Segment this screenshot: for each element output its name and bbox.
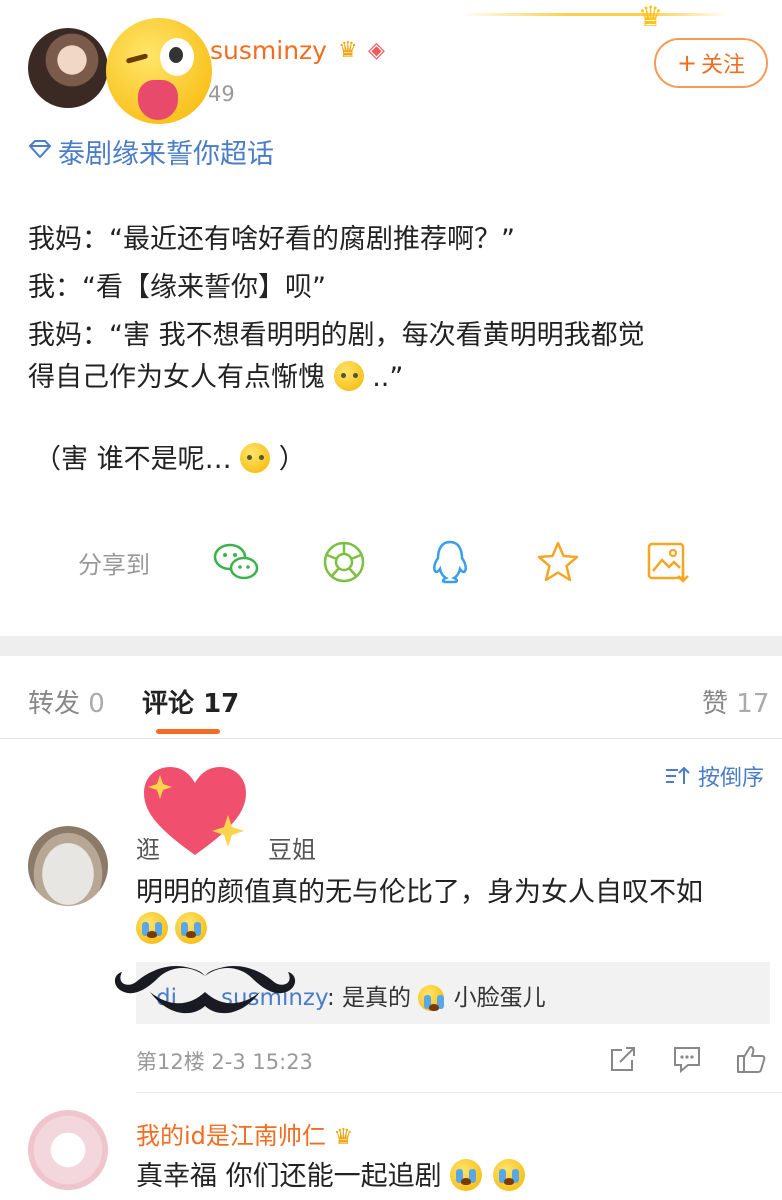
tab-repost-label: 转发 bbox=[28, 689, 81, 719]
tab-comments[interactable]: 评论 17 bbox=[142, 683, 239, 720]
wink-sticker-icon bbox=[106, 18, 212, 124]
author-avatar[interactable] bbox=[28, 28, 108, 108]
crown-badge-icon: ♛ bbox=[333, 1125, 354, 1150]
sort-icon bbox=[666, 766, 690, 784]
plus-icon: + bbox=[676, 49, 698, 77]
comment-divider bbox=[136, 1092, 782, 1093]
wechat-icon[interactable] bbox=[212, 538, 260, 586]
comment-username-end: 豆姐 bbox=[268, 836, 316, 864]
crying-emoji-icon bbox=[175, 912, 208, 944]
comment-username-text: 我的id是江南帅仁 bbox=[136, 1122, 326, 1150]
comment-avatar[interactable] bbox=[28, 1110, 108, 1190]
tab-likes-count: 17 bbox=[736, 689, 770, 719]
reply-text-b: 小脸蛋儿 bbox=[453, 985, 546, 1011]
qq-icon[interactable] bbox=[426, 538, 474, 586]
post-time: 49 bbox=[208, 82, 235, 106]
gem-icon bbox=[28, 139, 52, 164]
tab-likes-label: 赞 bbox=[702, 689, 729, 719]
share-label: 分享到 bbox=[78, 551, 150, 579]
post-line-3: 我妈：“害 我不想看明明的剧，每次看黄明明我都觉 bbox=[28, 320, 645, 351]
post-line-5-end: ） bbox=[278, 444, 306, 475]
crying-emoji-icon bbox=[450, 1159, 483, 1191]
eye-roll-emoji-icon bbox=[240, 443, 271, 473]
comment-text: 真幸福 你们还能一起追剧 bbox=[136, 1154, 527, 1193]
save-image-icon[interactable] bbox=[644, 538, 692, 586]
share-comment-icon[interactable] bbox=[606, 1042, 640, 1076]
author-username[interactable]: susminzy bbox=[210, 36, 327, 65]
tab-likes[interactable]: 赞 17 bbox=[702, 683, 769, 720]
comment-floor: 第12楼 bbox=[136, 1050, 205, 1074]
follow-label: 关注 bbox=[701, 53, 746, 78]
comment-meta: 第12楼 2-3 15:23 bbox=[136, 1046, 313, 1076]
crying-emoji-icon bbox=[136, 912, 168, 944]
post-line-1: 我妈：“最近还有啥好看的腐剧推荐啊？” bbox=[28, 224, 515, 255]
comment-emojis bbox=[136, 912, 209, 944]
crown-badge-icon[interactable]: ♛ bbox=[338, 38, 358, 63]
reply-comment-icon[interactable] bbox=[670, 1042, 704, 1076]
comment-time: 2-3 15:23 bbox=[211, 1050, 313, 1074]
crying-emoji-icon bbox=[492, 1159, 525, 1191]
topic-link[interactable]: 泰剧缘来誓你超话 bbox=[28, 132, 274, 171]
tab-comments-count: 17 bbox=[203, 689, 240, 719]
reply-text-a: 是真的 bbox=[342, 985, 411, 1011]
post-line-5-text: （害 谁不是呢… bbox=[34, 444, 232, 475]
heart-sticker-icon bbox=[144, 767, 246, 855]
reply-colon: : bbox=[326, 985, 335, 1011]
diamond-badge-icon[interactable]: ◈ bbox=[368, 38, 385, 63]
tabs-divider bbox=[0, 738, 782, 739]
topic-label: 泰剧缘来誓你超话 bbox=[58, 139, 274, 170]
crown-icon: ♛ bbox=[638, 0, 664, 33]
post-line-4-text: 得自己作为女人有点惭愧 bbox=[28, 362, 325, 393]
sort-label: 按倒序 bbox=[698, 766, 765, 791]
section-divider bbox=[0, 636, 782, 656]
moments-icon[interactable] bbox=[320, 538, 368, 586]
tab-repost-count: 0 bbox=[88, 689, 105, 719]
header-decoration-line bbox=[460, 13, 730, 16]
post-line-4: 得自己作为女人有点惭愧 ..” bbox=[28, 354, 758, 402]
ashamed-emoji-icon bbox=[333, 361, 364, 391]
follow-button[interactable]: + 关注 bbox=[654, 38, 768, 88]
tab-repost[interactable]: 转发 0 bbox=[28, 683, 105, 720]
comment-avatar[interactable] bbox=[28, 826, 108, 906]
post-line-2: 我：“看【缘来誓你】呗” bbox=[28, 272, 326, 303]
like-comment-icon[interactable] bbox=[734, 1042, 768, 1076]
tab-comments-label: 评论 bbox=[142, 689, 195, 719]
comment-username[interactable]: 我的id是江南帅仁 ♛ bbox=[136, 1116, 353, 1151]
comment-text-body: 真幸福 你们还能一起追剧 bbox=[136, 1161, 442, 1192]
mustache-sticker-icon bbox=[114, 965, 296, 1014]
sort-reverse-button[interactable]: 按倒序 bbox=[664, 760, 764, 792]
active-tab-indicator bbox=[156, 729, 220, 734]
favorite-star-icon[interactable] bbox=[534, 538, 582, 586]
crying-emoji-icon bbox=[418, 985, 445, 1011]
post-line-5: （害 谁不是呢… ） bbox=[34, 436, 764, 484]
post-line-4-end: ..” bbox=[372, 362, 404, 393]
comment-text: 明明的颜值真的无与伦比了，身为女人自叹不如 bbox=[136, 877, 703, 908]
